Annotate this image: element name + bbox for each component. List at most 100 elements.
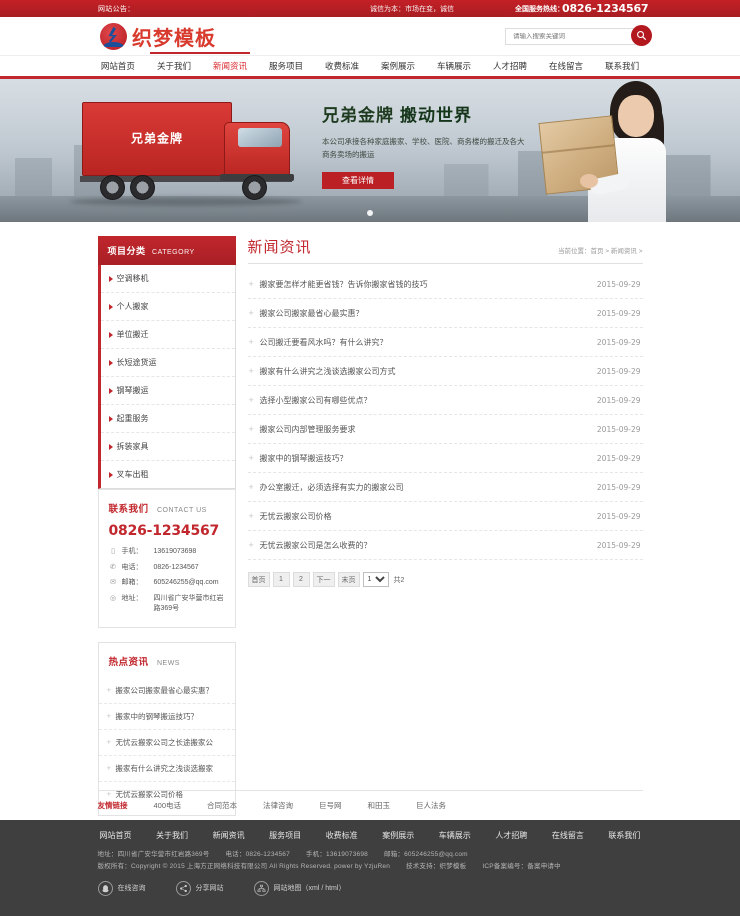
category-item-freight[interactable]: 长短途货运 xyxy=(100,349,235,377)
footer-nav-recruitment[interactable]: 人才招聘 xyxy=(495,830,527,841)
nav-item-pricing[interactable]: 收费标准 xyxy=(314,56,370,76)
contact-row-address: ◎ 地址： 四川省广安华蓥市红岩路369号 xyxy=(99,592,235,618)
footer-nav-pricing[interactable]: 收费标准 xyxy=(326,830,358,841)
category-item-furniture-assembly[interactable]: 拆装家具 xyxy=(100,433,235,461)
pagination-first[interactable]: 首页 xyxy=(247,572,270,587)
nav-item-services[interactable]: 服务项目 xyxy=(258,56,314,76)
logo-text: 织梦模板 xyxy=(132,26,216,50)
online-consult-button[interactable]: 在线咨询 xyxy=(97,880,146,896)
nav-item-contact[interactable]: 联系我们 xyxy=(594,56,650,76)
contact-label-email: 邮箱： xyxy=(121,579,143,586)
announcement-marquee-text: 诚信为本：市场在变，诚信 xyxy=(370,5,454,13)
friendly-link-400phone[interactable]: 400电话 xyxy=(154,800,182,811)
banner-slide-dot[interactable] xyxy=(367,210,373,216)
search-box[interactable] xyxy=(505,28,637,45)
category-item-company-relocation[interactable]: 单位搬迁 xyxy=(100,321,235,349)
category-item-lifting-service[interactable]: 起重服务 xyxy=(100,405,235,433)
category-panel: 项目分类 CATEGORY 空调移机 个人搬家 单位搬迁 长短途货运 钢琴搬运 … xyxy=(97,236,236,489)
table-row[interactable]: 搬家有什么讲究之浅谈选搬家公司方式 2015-09-29 xyxy=(247,357,643,386)
nav-item-cases[interactable]: 案例展示 xyxy=(370,56,426,76)
online-consult-label: 在线咨询 xyxy=(117,885,146,893)
nav-item-about[interactable]: 关于我们 xyxy=(146,56,202,76)
footer-nav-home[interactable]: 网站首页 xyxy=(100,830,132,841)
contact-value-phone: 0826-1234567 xyxy=(153,563,199,571)
search-input[interactable] xyxy=(506,33,636,40)
sitemap-icon xyxy=(253,880,269,896)
table-row[interactable]: 选择小型搬家公司有哪些优点？ 2015-09-29 xyxy=(247,386,643,415)
category-item-piano-moving[interactable]: 钢琴搬运 xyxy=(100,377,235,405)
footer-icp: ICP备案编号：备案申请中 xyxy=(482,863,561,871)
pagination-last[interactable]: 末页 xyxy=(337,572,360,587)
news-title: 搬家中的钢琴搬运技巧？ xyxy=(259,453,348,463)
news-date: 2015-09-29 xyxy=(596,366,641,376)
news-title: 选择小型搬家公司有哪些优点？ xyxy=(259,395,372,405)
news-title: 搬家公司搬家最省心最实惠？ xyxy=(259,308,364,318)
table-row[interactable]: 无忧云搬家公司是怎么收费的？ 2015-09-29 xyxy=(247,531,643,560)
footer-navigation: 网站首页 关于我们 新闻资讯 服务项目 收费标准 案例展示 车辆展示 人才招聘 … xyxy=(98,830,643,849)
search-button[interactable] xyxy=(631,25,652,46)
category-item-air-conditioner[interactable]: 空调移机 xyxy=(100,265,235,293)
site-logo[interactable]: 织梦模板 xyxy=(100,22,216,51)
nav-item-news[interactable]: 新闻资讯 xyxy=(202,56,258,76)
contact-panel: 联系我们 CONTACT US 0826-1234567 ▯ 手机： 13619… xyxy=(97,489,236,628)
nav-item-message[interactable]: 在线留言 xyxy=(538,56,594,76)
footer-nav-message[interactable]: 在线留言 xyxy=(552,830,584,841)
friendly-links-label: 友情链接 xyxy=(97,801,128,810)
list-item[interactable]: 无忧云搬家公司之长途搬家公 xyxy=(98,730,235,756)
table-row[interactable]: 搬家要怎样才能更省钱？告诉你搬家省钱的技巧 2015-09-29 xyxy=(247,270,643,299)
nav-item-recruitment[interactable]: 人才招聘 xyxy=(482,56,538,76)
list-item[interactable]: 搬家有什么讲究之浅谈选搬家 xyxy=(98,756,235,782)
footer-mobile: 手机：13619073698 xyxy=(305,851,368,858)
pagination-page-2[interactable]: 2 xyxy=(292,572,310,587)
contact-row-phone: ✆ 电话： 0826-1234567 xyxy=(99,561,235,577)
table-row[interactable]: 搬家公司搬家最省心最实惠？ 2015-09-29 xyxy=(247,299,643,328)
contact-panel-header: 联系我们 CONTACT US xyxy=(99,490,235,523)
list-item[interactable]: 搬家中的钢琴搬运技巧？ xyxy=(98,704,235,730)
news-date: 2015-09-29 xyxy=(596,511,641,521)
pagination: 首页 1 2 下一 末页 1 2 共2 xyxy=(247,572,643,587)
logo-mark-icon xyxy=(100,23,127,50)
contact-title-en: CONTACT US xyxy=(156,507,207,514)
friendly-link-juren[interactable]: 巨人法务 xyxy=(416,800,446,811)
nav-item-vehicles[interactable]: 车辆展示 xyxy=(426,56,482,76)
truck-box-text: 兄弟金牌 xyxy=(130,131,184,146)
table-row[interactable]: 搬家中的钢琴搬运技巧？ 2015-09-29 xyxy=(247,444,643,473)
footer-nav-services[interactable]: 服务项目 xyxy=(269,830,301,841)
hotline-label: 全国服务热线： xyxy=(515,5,564,13)
footer-contact-line: 地址：四川省广安华蓥市红岩路369号 电话：0826-1234567 手机：13… xyxy=(98,849,643,861)
pagination-page-1[interactable]: 1 xyxy=(272,572,290,587)
friendly-links-bar: 友情链接 400电话 合同范本 法律咨询 巨号网 和田玉 巨人法务 xyxy=(97,790,643,819)
contact-label-address: 地址： xyxy=(121,594,143,602)
footer-nav-cases[interactable]: 案例展示 xyxy=(382,830,414,841)
category-item-forklift-rental[interactable]: 叉车出租 xyxy=(101,461,235,488)
friendly-link-juhao[interactable]: 巨号网 xyxy=(319,800,342,811)
table-row[interactable]: 无忧云搬家公司价格 2015-09-29 xyxy=(247,502,643,531)
pagination-total: 共2 xyxy=(393,576,405,584)
category-item-personal-moving[interactable]: 个人搬家 xyxy=(100,293,235,321)
banner-detail-button[interactable]: 查看详情 xyxy=(322,172,394,190)
table-row[interactable]: 办公室搬迁，必须选择有实力的搬家公司 2015-09-29 xyxy=(247,473,643,502)
friendly-link-legal[interactable]: 法律咨询 xyxy=(263,800,293,811)
contact-hotline-number: 0826-1234567 xyxy=(108,523,220,539)
news-title: 公司搬迁要看风水吗？有什么讲究？ xyxy=(259,337,388,347)
contact-row-mobile: ▯ 手机： 13619073698 xyxy=(99,545,235,561)
table-row[interactable]: 公司搬迁要看风水吗？有什么讲究？ 2015-09-29 xyxy=(247,328,643,357)
hot-news-title-cn: 热点资讯 xyxy=(108,656,149,668)
footer-nav-contact[interactable]: 联系我们 xyxy=(608,830,640,841)
table-row[interactable]: 搬家公司内部管理服务要求 2015-09-29 xyxy=(247,415,643,444)
list-item[interactable]: 搬家公司搬家最省心最实惠？ xyxy=(98,678,235,704)
hero-banner: 兄弟金牌 兄弟金牌 搬动世界 本公司承接各种家庭搬家、学校、医院、商务楼的搬迁及各… xyxy=(0,79,740,222)
news-date: 2015-09-29 xyxy=(596,424,641,434)
sitemap-button[interactable]: 网站地图（xml / html） xyxy=(253,880,345,896)
friendly-link-hetianyu[interactable]: 和田玉 xyxy=(368,800,391,811)
footer-nav-about[interactable]: 关于我们 xyxy=(156,830,188,841)
share-site-button[interactable]: 分享网站 xyxy=(175,880,224,896)
pagination-next[interactable]: 下一 xyxy=(312,572,335,587)
friendly-link-contract[interactable]: 合同范本 xyxy=(207,800,237,811)
nav-item-home[interactable]: 网站首页 xyxy=(90,56,146,76)
mobile-icon: ▯ xyxy=(111,548,115,555)
footer-nav-vehicles[interactable]: 车辆展示 xyxy=(439,830,471,841)
contact-title-cn: 联系我们 xyxy=(108,504,149,515)
pagination-page-select[interactable]: 1 2 xyxy=(362,572,389,587)
footer-nav-news[interactable]: 新闻资讯 xyxy=(213,830,245,841)
